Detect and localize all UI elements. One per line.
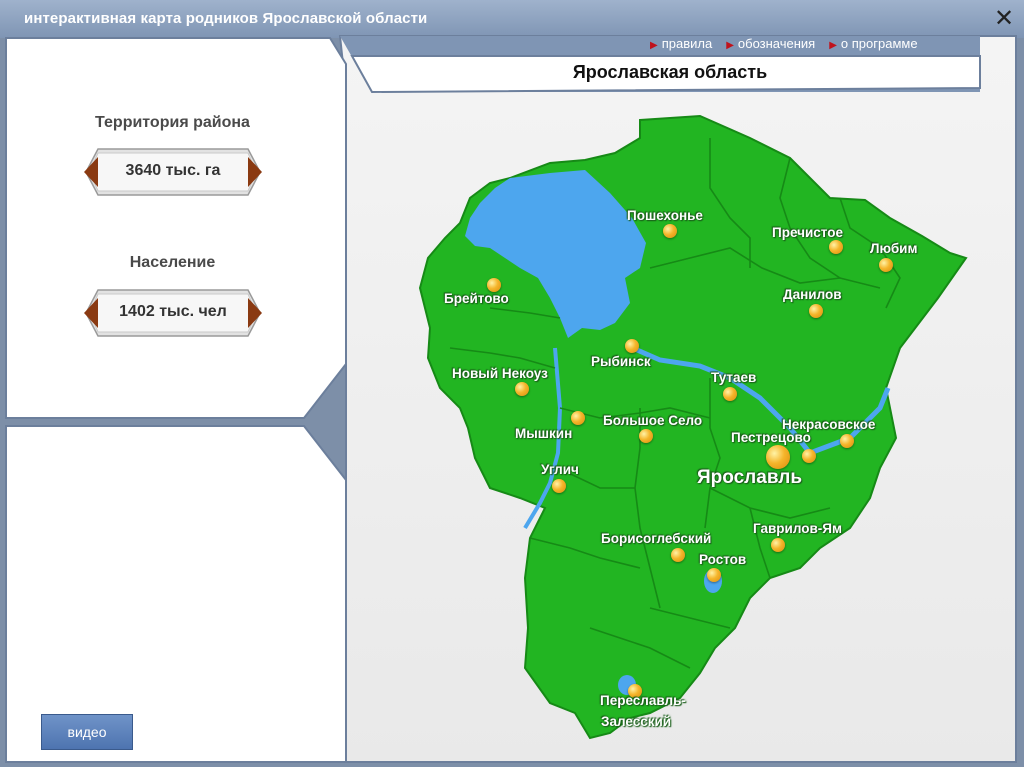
lyubim-label[interactable]: Любим (870, 241, 917, 256)
prechistoe-marker[interactable] (829, 240, 843, 254)
menu-rules[interactable]: ▶ правила (650, 36, 712, 51)
arrow-right-icon: ▶ (726, 40, 734, 51)
gavrilov-yam-label[interactable]: Гаврилов-Ям (753, 521, 842, 536)
territory-label: Территория района (95, 114, 250, 131)
territory-value: 3640 тыс. га (125, 162, 221, 179)
breytovo-marker[interactable] (487, 278, 501, 292)
myshkin-label[interactable]: Мышкин (515, 426, 572, 441)
gavrilov-yam-marker[interactable] (771, 538, 785, 552)
rostov-marker[interactable] (707, 568, 721, 582)
tutaev-label[interactable]: Тутаев (711, 370, 756, 385)
pereslavl-label-line2[interactable]: Залесский (601, 714, 671, 729)
bolshoye-selo-label[interactable]: Большое Село (603, 413, 702, 428)
novy-nekouz-label[interactable]: Новый Некоуз (452, 366, 548, 381)
pereslavl-label-line1[interactable]: Переславль- (600, 693, 686, 708)
yaroslavl-marker[interactable] (766, 445, 790, 469)
uglich-label[interactable]: Углич (541, 462, 579, 477)
poshekhonye-marker[interactable] (663, 224, 677, 238)
rybinsk-label[interactable]: Рыбинск (591, 354, 651, 369)
prechistoe-label[interactable]: Пречистое (772, 225, 843, 240)
population-box: 1402 тыс. чел (84, 288, 262, 338)
rybinsk-marker[interactable] (625, 339, 639, 353)
danilov-label[interactable]: Данилов (783, 287, 842, 302)
menu-about[interactable]: ▶ о программе (829, 36, 917, 51)
region-title: Ярославская область (572, 62, 768, 82)
region-map[interactable] (410, 108, 970, 748)
borisoglebsky-label[interactable]: Борисоглебский (601, 531, 711, 546)
arrow-right-icon: ▶ (829, 40, 837, 51)
lyubim-marker[interactable] (879, 258, 893, 272)
territory-box: 3640 тыс. га (84, 147, 262, 197)
nekrasovskoye-marker[interactable] (840, 434, 854, 448)
breytovo-label[interactable]: Брейтово (444, 291, 509, 306)
arrow-right-icon: ▶ (650, 40, 658, 51)
myshkin-marker[interactable] (571, 411, 585, 425)
menu-bar: ▶ правила ▶ обозначения ▶ о программе (650, 36, 918, 51)
danilov-marker[interactable] (809, 304, 823, 318)
video-button[interactable]: видео (41, 714, 133, 750)
novy-nekouz-marker[interactable] (515, 382, 529, 396)
rostov-label[interactable]: Ростов (699, 552, 746, 567)
tutaev-marker[interactable] (723, 387, 737, 401)
info-panel (5, 37, 347, 419)
pestretsovo-marker[interactable] (802, 449, 816, 463)
uglich-marker[interactable] (552, 479, 566, 493)
borisoglebsky-marker[interactable] (671, 548, 685, 562)
population-label: Население (129, 254, 216, 271)
population-value: 1402 тыс. чел (119, 303, 227, 320)
menu-legend[interactable]: ▶ обозначения (726, 36, 815, 51)
yaroslavl-label[interactable]: Ярославль (697, 467, 802, 489)
pestretsovo-label[interactable]: Пестрецово (731, 430, 811, 445)
poshekhonye-label[interactable]: Пошехонье (627, 208, 703, 223)
bolshoye-selo-marker[interactable] (639, 429, 653, 443)
lower-panel (5, 425, 347, 763)
